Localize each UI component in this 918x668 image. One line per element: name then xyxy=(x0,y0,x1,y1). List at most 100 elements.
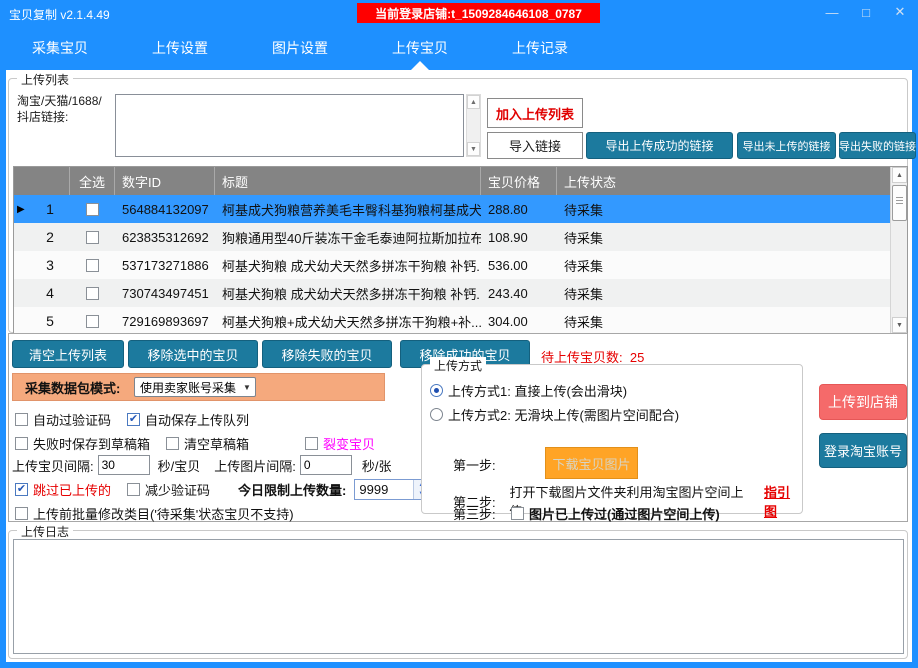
scrollbar-thumb[interactable] xyxy=(892,185,907,221)
add-to-list-button[interactable]: 加入上传列表 xyxy=(487,98,583,128)
tab-2[interactable]: 上传设置 xyxy=(120,26,240,70)
checkbox-auto-save-queue[interactable]: ✔ xyxy=(127,413,140,426)
row-checkbox[interactable]: ✔ xyxy=(86,231,99,244)
upload-mode-option-2[interactable]: 上传方式2: 无滑块上传(需图片空间配合) xyxy=(430,405,679,424)
row-checkbox[interactable]: ✔ xyxy=(86,259,99,272)
guide-image-link[interactable]: 指引图 xyxy=(764,482,802,520)
tab-label: 上传记录 xyxy=(512,38,568,58)
link-input-scrollbar[interactable]: ▲ ▼ xyxy=(466,94,481,157)
item-price-cell: 304.00 xyxy=(481,307,557,335)
remove-selected-button[interactable]: 移除选中的宝贝 xyxy=(128,340,258,368)
item-id-cell: 623835312692 xyxy=(115,223,215,251)
logged-in-shop-banner: 当前登录店铺:t_1509284646108_0787 xyxy=(357,3,600,23)
download-item-images-button[interactable]: 下载宝贝图片 xyxy=(545,447,638,479)
collect-mode-dropdown[interactable]: 使用卖家账号采集 ▼ xyxy=(134,377,256,397)
table-row[interactable]: 3✔537173271886柯基犬狗粮 成犬幼犬天然多拼冻干狗粮 补钙...53… xyxy=(14,251,890,279)
row-checkbox[interactable]: ✔ xyxy=(86,315,99,328)
upload-mode-group: 上传方式 上传方式1: 直接上传(会出滑块) 上传方式2: 无滑块上传(需图片空… xyxy=(421,364,803,514)
interval-img-label: 上传图片间隔: xyxy=(214,456,296,475)
table-scrollbar[interactable]: ▲ ▼ xyxy=(890,167,907,333)
step-1-row: 第一步: 下载宝贝图片 xyxy=(453,455,511,474)
checkbox-clear-draft[interactable]: ✔ xyxy=(166,437,179,450)
items-table-main: 全选数字ID标题宝贝价格上传状态 ▶1✔564884132097柯基成犬狗粮营养… xyxy=(14,167,890,333)
table-row[interactable]: 4✔730743497451柯基犬狗粮 成犬幼犬天然多拼冻干狗粮 补钙...24… xyxy=(14,279,890,307)
checkbox-auto-captcha[interactable]: ✔ xyxy=(15,413,28,426)
daily-limit-label: 今日限制上传数量: xyxy=(238,480,346,499)
interval-item-input[interactable] xyxy=(98,455,150,475)
interval-img-input[interactable] xyxy=(300,455,352,475)
item-title-cell: 柯基犬狗粮+成犬幼犬天然多拼冻干狗粮+补... xyxy=(215,307,481,335)
tab-label: 上传宝贝 xyxy=(392,38,448,58)
tab-5[interactable]: 上传记录 xyxy=(480,26,600,70)
item-price-cell: 288.80 xyxy=(481,195,557,223)
radio-label: 上传方式2: 无滑块上传(需图片空间配合) xyxy=(448,405,679,424)
item-price-cell: 536.00 xyxy=(481,251,557,279)
radio-no-slider-upload[interactable] xyxy=(430,408,443,421)
row-checkbox[interactable]: ✔ xyxy=(86,203,99,216)
clear-list-button[interactable]: 清空上传列表 xyxy=(12,340,124,368)
collect-mode-label: 采集数据包模式: xyxy=(25,378,120,397)
scroll-up-icon[interactable]: ▲ xyxy=(892,167,907,183)
maximize-icon[interactable]: □ xyxy=(856,2,876,22)
interval-img-unit: 秒/张 xyxy=(362,456,392,475)
row-index-cell: 4 xyxy=(14,279,70,307)
table-header-row: 全选数字ID标题宝贝价格上传状态 xyxy=(14,167,890,195)
row-checkbox[interactable]: ✔ xyxy=(86,287,99,300)
scroll-down-icon[interactable]: ▼ xyxy=(892,317,907,333)
close-icon[interactable]: ✕ xyxy=(890,2,910,22)
link-input[interactable] xyxy=(115,94,464,157)
settings-row-4: ✔ 跳过已上传的 ✔ 减少验证码 今日限制上传数量: 9999 ▲ ▼ xyxy=(15,479,429,500)
tab-3[interactable]: 图片设置 xyxy=(240,26,360,70)
radio-direct-upload[interactable] xyxy=(430,384,443,397)
column-header[interactable]: 上传状态 xyxy=(557,167,890,195)
item-status-cell: 待采集 xyxy=(557,251,890,279)
interval-item-label: 上传宝贝间隔: xyxy=(12,456,94,475)
minimize-icon[interactable]: — xyxy=(822,2,842,22)
item-price-cell: 108.90 xyxy=(481,223,557,251)
row-number: 5 xyxy=(30,313,70,329)
interval-item-unit: 秒/宝贝 xyxy=(158,456,201,475)
upload-to-shop-button[interactable]: 上传到店铺 xyxy=(819,384,907,420)
collect-mode-bar: 采集数据包模式: 使用卖家账号采集 ▼ xyxy=(12,373,385,401)
checkbox-label: 上传前批量修改类目('待采集'状态宝贝不支持) xyxy=(33,504,294,523)
scroll-up-icon[interactable]: ▲ xyxy=(467,95,480,109)
app-title: 宝贝复制 v2.1.4.49 xyxy=(9,6,110,23)
tab-4[interactable]: 上传宝贝 xyxy=(360,26,480,70)
item-id-cell: 729169893697 xyxy=(115,307,215,335)
column-header[interactable]: 标题 xyxy=(215,167,481,195)
item-status-cell: 待采集 xyxy=(557,223,890,251)
remove-failed-button[interactable]: 移除失败的宝贝 xyxy=(262,340,392,368)
daily-limit-stepper[interactable]: 9999 ▲ ▼ xyxy=(354,479,429,500)
column-header[interactable]: 数字ID xyxy=(115,167,215,195)
checkbox-skip-uploaded[interactable]: ✔ xyxy=(15,483,28,496)
dropdown-arrow-icon: ▼ xyxy=(239,383,255,392)
checkbox-save-draft-on-fail[interactable]: ✔ xyxy=(15,437,28,450)
checkbox-label: 裂变宝贝 xyxy=(323,434,375,453)
row-checkbox-cell: ✔ xyxy=(70,307,115,335)
export-failed-links-button[interactable]: 导出失败的链接 xyxy=(839,132,916,159)
row-index-cell: ▶1 xyxy=(14,195,70,223)
checkbox-fission[interactable]: ✔ xyxy=(305,437,318,450)
settings-row-5: ✔ 上传前批量修改类目('待采集'状态宝贝不支持) xyxy=(15,504,294,523)
export-pending-links-button[interactable]: 导出未上传的链接 xyxy=(737,132,836,159)
table-row[interactable]: 5 ✔ 729169893697柯基犬狗粮+成犬幼犬天然多拼冻干狗粮+补...304… xyxy=(14,307,890,335)
tab-1[interactable]: 采集宝贝 xyxy=(0,26,120,70)
import-links-button[interactable]: 导入链接 xyxy=(487,132,583,159)
row-checkbox-cell: ✔ xyxy=(70,251,115,279)
column-header[interactable] xyxy=(14,167,70,195)
checkbox-batch-category[interactable]: ✔ xyxy=(15,507,28,520)
table-row[interactable]: ▶1✔564884132097柯基成犬狗粮营养美毛丰臀科基狗粮柯基成犬...28… xyxy=(14,195,890,223)
upload-log-box[interactable] xyxy=(13,539,904,654)
column-header[interactable]: 全选 xyxy=(70,167,115,195)
item-title-cell: 狗粮通用型40斤装冻干金毛泰迪阿拉斯加拉布... xyxy=(215,223,481,251)
tab-label: 采集宝贝 xyxy=(32,38,88,58)
column-header[interactable]: 宝贝价格 xyxy=(481,167,557,195)
checkbox-less-captcha[interactable]: ✔ xyxy=(127,483,140,496)
upload-mode-option-1[interactable]: 上传方式1: 直接上传(会出滑块) xyxy=(430,381,627,400)
export-success-links-button[interactable]: 导出上传成功的链接 xyxy=(586,132,733,159)
checkbox-images-uploaded[interactable]: ✔ xyxy=(511,507,524,520)
scroll-down-icon[interactable]: ▼ xyxy=(467,142,480,156)
login-taobao-button[interactable]: 登录淘宝账号 xyxy=(819,433,907,468)
upload-log-group: 上传日志 xyxy=(8,530,908,659)
table-row[interactable]: 2✔623835312692狗粮通用型40斤装冻干金毛泰迪阿拉斯加拉布...10… xyxy=(14,223,890,251)
